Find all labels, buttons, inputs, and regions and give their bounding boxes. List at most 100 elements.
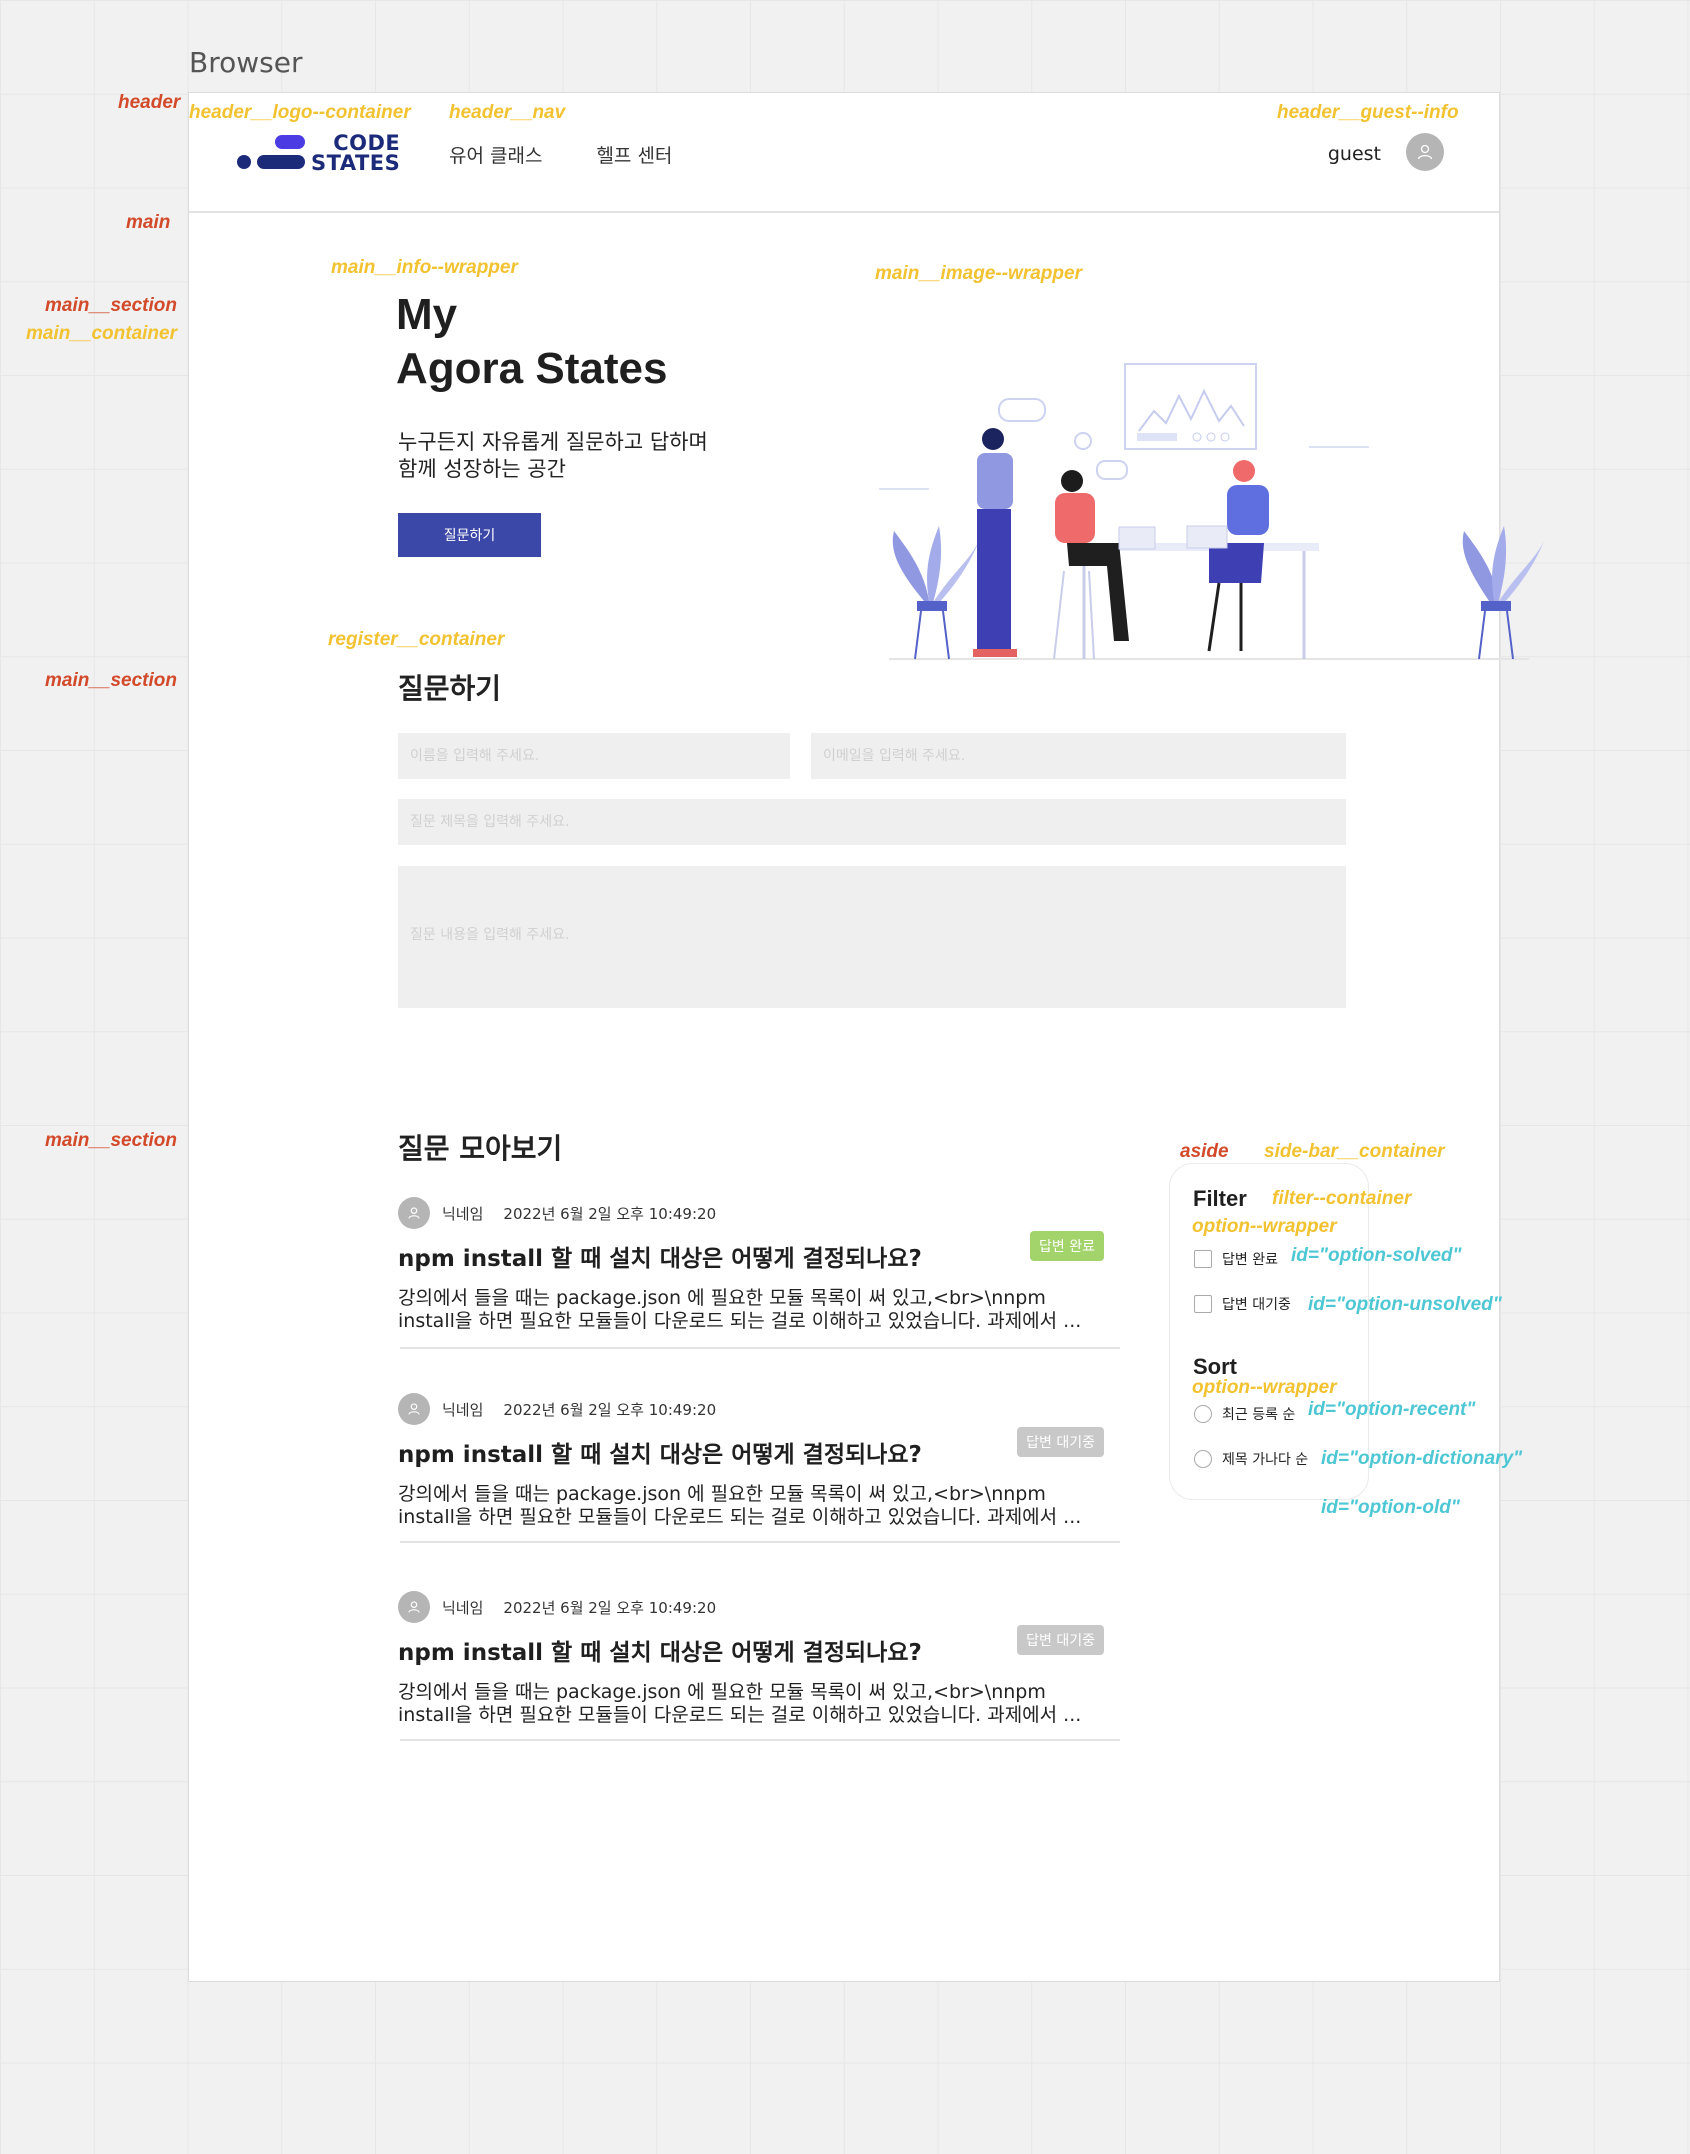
question-title[interactable]: npm install 할 때 설치 대상은 어떻게 결정되나요? (398, 1435, 922, 1469)
subject-input[interactable] (398, 799, 1346, 845)
divider (400, 1541, 1120, 1543)
divider (400, 1347, 1120, 1349)
author-nickname: 닉네임 (442, 1598, 484, 1617)
annotation-id-option-solved: id="option-solved" (1291, 1245, 1462, 1266)
question-list-item[interactable]: 닉네임 2022년 6월 2일 오후 10:49:20 npm install … (398, 1393, 1120, 1543)
question-list-item[interactable]: 닉네임 2022년 6월 2일 오후 10:49:20 npm install … (398, 1591, 1120, 1741)
author-avatar-icon (398, 1197, 430, 1229)
filter-option-label: 답변 완료 (1222, 1252, 1278, 1268)
checkbox[interactable] (1194, 1250, 1212, 1268)
annotation-main-section-1: main__section (45, 295, 177, 316)
logo-text: CODE STATES (311, 131, 401, 175)
annotation-register-container: register__container (328, 629, 505, 650)
question-body: 강의에서 들을 때는 package.json 에 필요한 모듈 목록이 써 있… (398, 1287, 1120, 1333)
team-meeting-illustration (879, 363, 1544, 660)
filter-option-unsolved[interactable]: 답변 대기중 (1194, 1294, 1291, 1314)
annotation-option-wrapper-2: option--wrapper (1192, 1377, 1337, 1398)
annotation-main-section-3: main__section (45, 1130, 177, 1151)
email-input[interactable] (811, 733, 1346, 779)
radio-button[interactable] (1194, 1450, 1212, 1468)
annotation-id-option-unsolved: id="option-unsolved" (1308, 1294, 1502, 1315)
annotation-info-wrapper: main__info--wrapper (331, 257, 518, 278)
logo-shape (275, 135, 305, 149)
hero-title: My Agora States (396, 288, 667, 396)
annotation-side-bar-container: side-bar__container (1264, 1141, 1445, 1162)
annotation-main-section-2: main__section (45, 670, 177, 691)
sort-option-label: 최근 등록 순 (1222, 1407, 1296, 1423)
hero-subtitle-line2: 함께 성장하는 공간 (398, 457, 566, 481)
annotation-image-wrapper: main__image--wrapper (875, 263, 1082, 284)
question-title[interactable]: npm install 할 때 설치 대상은 어떻게 결정되나요? (398, 1239, 922, 1273)
nav-link-help-center[interactable]: 헬프 센터 (596, 141, 672, 168)
annotation-header: header (118, 92, 181, 113)
annotation-id-option-dictionary: id="option-dictionary" (1321, 1448, 1523, 1469)
question-body-line2: install을 하면 필요한 모듈들이 다운로드 되는 걸로 이해하고 있었습… (398, 1704, 1082, 1726)
question-body-line1: 강의에서 들을 때는 package.json 에 필요한 모듈 목록이 써 있… (398, 1681, 1046, 1703)
author-avatar-icon (398, 1393, 430, 1425)
question-title[interactable]: npm install 할 때 설치 대상은 어떻게 결정되나요? (398, 1633, 922, 1667)
question-body-line1: 강의에서 들을 때는 package.json 에 필요한 모듈 목록이 써 있… (398, 1483, 1046, 1505)
question-list-item[interactable]: 닉네임 2022년 6월 2일 오후 10:49:20 npm install … (398, 1197, 1120, 1349)
hero-subtitle-line1: 누구든지 자유롭게 질문하고 답하며 (398, 430, 708, 454)
body-textarea[interactable] (398, 866, 1346, 1008)
question-body-line2: install을 하면 필요한 모듈들이 다운로드 되는 걸로 이해하고 있었습… (398, 1310, 1082, 1332)
logo-shape (237, 155, 251, 169)
filter-option-label: 답변 대기중 (1222, 1297, 1291, 1313)
question-meta: 닉네임 2022년 6월 2일 오후 10:49:20 (398, 1591, 716, 1623)
filter-option-solved[interactable]: 답변 완료 (1194, 1249, 1278, 1269)
browser-label: Browser (189, 46, 303, 79)
status-badge: 답변 대기중 (1017, 1427, 1104, 1457)
annotation-id-option-recent: id="option-recent" (1308, 1399, 1476, 1420)
browser-frame: CODE STATES 유어 클래스 헬프 센터 guest My Agora … (188, 92, 1544, 1982)
person-icon (1417, 144, 1433, 160)
person-icon (408, 1207, 420, 1219)
question-body-line2: install을 하면 필요한 모듈들이 다운로드 되는 걸로 이해하고 있었습… (398, 1506, 1082, 1528)
question-date: 2022년 6월 2일 오후 10:49:20 (503, 1204, 717, 1223)
user-avatar-icon[interactable] (1406, 133, 1444, 171)
person-icon (408, 1601, 420, 1613)
logo-text-line1: CODE (333, 131, 401, 155)
status-badge: 답변 대기중 (1017, 1625, 1104, 1655)
annotation-logo-container: header__logo--container (189, 102, 411, 123)
person-icon (408, 1403, 420, 1415)
divider (400, 1739, 1120, 1741)
question-meta: 닉네임 2022년 6월 2일 오후 10:49:20 (398, 1197, 716, 1229)
annotation-header-nav: header__nav (449, 102, 566, 123)
checkbox[interactable] (1194, 1295, 1212, 1313)
question-meta: 닉네임 2022년 6월 2일 오후 10:49:20 (398, 1393, 716, 1425)
author-nickname: 닉네임 (442, 1204, 484, 1223)
header-nav: 유어 클래스 헬프 센터 (449, 141, 672, 168)
question-date: 2022년 6월 2일 오후 10:49:20 (503, 1598, 717, 1617)
annotation-aside: aside (1180, 1141, 1229, 1162)
hero-title-line1: My (396, 290, 458, 339)
author-avatar-icon (398, 1591, 430, 1623)
sort-option-dictionary[interactable]: 제목 가나다 순 (1194, 1449, 1308, 1469)
question-date: 2022년 6월 2일 오후 10:49:20 (503, 1400, 717, 1419)
filter-title: Filter (1193, 1186, 1247, 1211)
questions-title: 질문 모아보기 (398, 1132, 563, 1165)
sort-option-recent[interactable]: 최근 등록 순 (1194, 1404, 1295, 1424)
name-input[interactable] (398, 733, 790, 779)
logo-shape (257, 155, 305, 169)
annotation-option-wrapper-1: option--wrapper (1192, 1216, 1337, 1237)
code-states-logo[interactable]: CODE STATES (237, 131, 407, 175)
nav-link-your-class[interactable]: 유어 클래스 (449, 141, 542, 168)
register-title: 질문하기 (398, 672, 502, 705)
ask-question-button[interactable]: 질문하기 (398, 513, 541, 557)
author-nickname: 닉네임 (442, 1400, 484, 1419)
annotation-id-option-old: id="option-old" (1321, 1497, 1460, 1518)
annotation-main-container: main__container (26, 323, 177, 344)
question-body-line1: 강의에서 들을 때는 package.json 에 필요한 모듈 목록이 써 있… (398, 1287, 1046, 1309)
hero-subtitle: 누구든지 자유롭게 질문하고 답하며 함께 성장하는 공간 (398, 429, 708, 483)
logo-text-line2: STATES (311, 151, 401, 175)
hero-title-line2: Agora States (396, 344, 668, 393)
annotation-filter-container: filter--container (1272, 1188, 1412, 1209)
annotation-guest-info: header__guest--info (1277, 102, 1459, 123)
radio-button[interactable] (1194, 1405, 1212, 1423)
status-badge: 답변 완료 (1030, 1231, 1104, 1261)
annotation-main: main (126, 212, 171, 233)
question-body: 강의에서 들을 때는 package.json 에 필요한 모듈 목록이 써 있… (398, 1483, 1120, 1529)
sort-option-label: 제목 가나다 순 (1222, 1452, 1309, 1468)
guest-name: guest (1327, 143, 1381, 165)
question-body: 강의에서 들을 때는 package.json 에 필요한 모듈 목록이 써 있… (398, 1681, 1120, 1727)
